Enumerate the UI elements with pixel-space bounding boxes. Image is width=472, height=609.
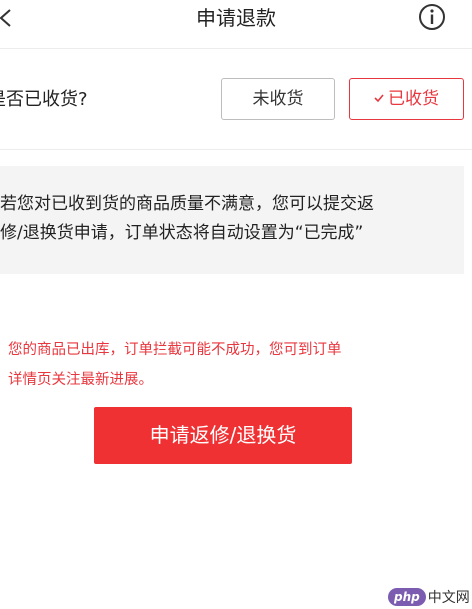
not-received-button[interactable]: 未收货 <box>221 78 335 120</box>
shipment-warning: 您的商品已出库，订单拦截可能不成功，您可到订单 详情页关注最新进展。 <box>8 335 428 395</box>
note-line: 修/退换货申请，订单状态将自动设置为“已完成” <box>0 223 364 243</box>
received-status-row: 是否已收货? 未收货 已收货 <box>0 49 472 150</box>
check-icon <box>374 93 384 102</box>
watermark-text: 中文网 <box>427 589 470 606</box>
top-nav-bar: 申请退款 <box>0 0 472 49</box>
info-circle-icon[interactable] <box>418 3 446 31</box>
received-button[interactable]: 已收货 <box>349 78 464 120</box>
apply-repair-exchange-button[interactable]: 申请返修/退换货 <box>94 407 352 464</box>
received-question-label: 是否已收货? <box>0 89 88 110</box>
warning-line: 详情页关注最新进展。 <box>8 372 153 388</box>
watermark: php 中文网 <box>388 586 470 606</box>
received-label: 已收货 <box>388 89 439 109</box>
page-title: 申请退款 <box>196 6 276 30</box>
not-received-label: 未收货 <box>252 89 304 109</box>
apply-button-label: 申请返修/退换货 <box>149 423 297 447</box>
note-line: 若您对已收到货的商品质量不满意，您可以提交返 <box>0 194 374 214</box>
quality-note-box: 若您对已收到货的商品质量不满意，您可以提交返 修/退换货申请，订单状态将自动设置… <box>0 166 464 274</box>
php-logo: php <box>388 587 426 606</box>
warning-line: 您的商品已出库，订单拦截可能不成功，您可到订单 <box>8 342 342 358</box>
